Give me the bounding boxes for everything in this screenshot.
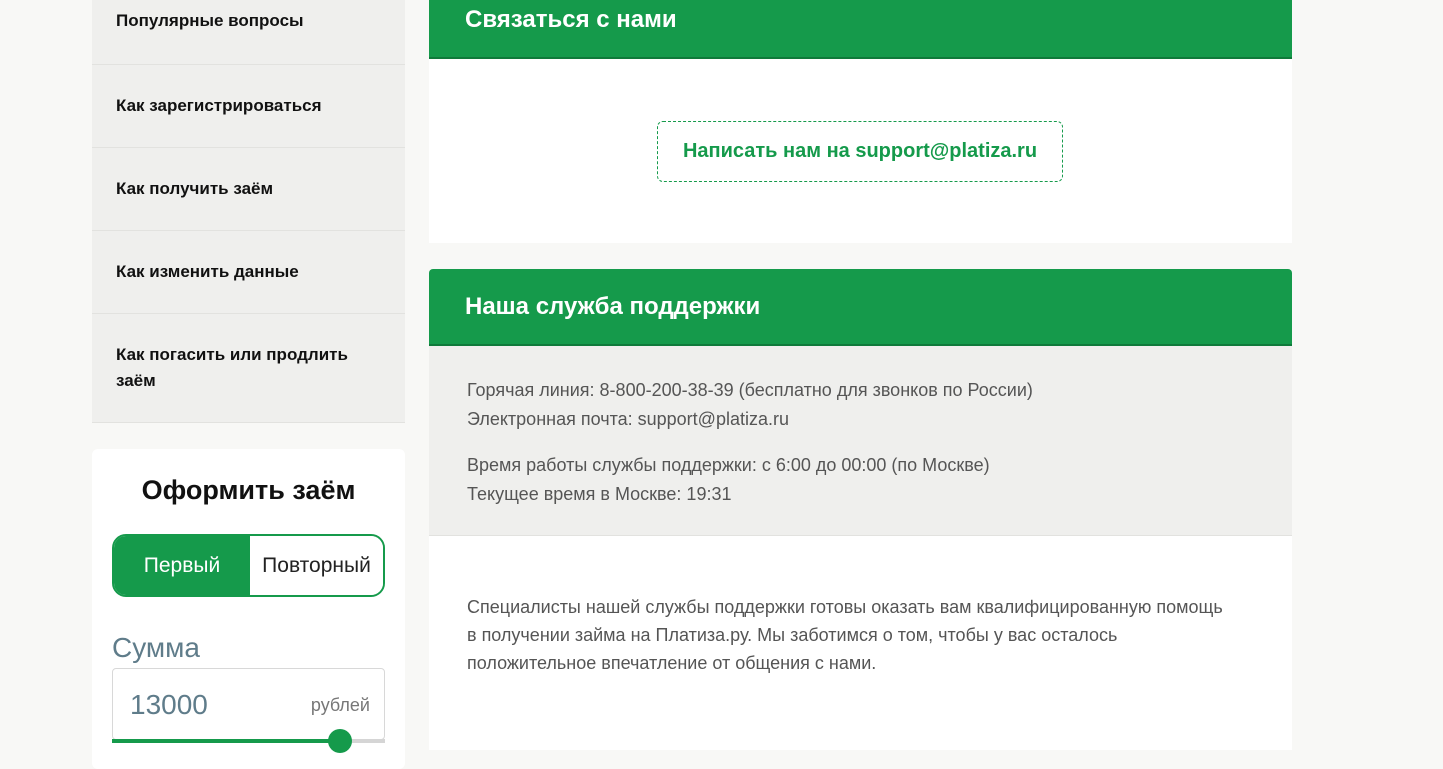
- amount-slider-handle[interactable]: [327, 729, 352, 753]
- working-hours-text: Время работы службы поддержки: с 6:00 до…: [467, 455, 990, 475]
- client-type-toggle: Первый Повторный: [112, 534, 385, 597]
- hotline-text: Горячая линия: 8-800-200-38-39 (бесплатн…: [467, 380, 1033, 400]
- amount-slider-fill: [112, 739, 340, 743]
- amount-label: Сумма: [112, 632, 200, 663]
- write-email-button[interactable]: Написать нам на support@platiza.ru: [657, 121, 1063, 182]
- support-email-text: Электронная почта: support@platiza.ru: [467, 409, 789, 429]
- support-panel-title: Наша служба поддержки: [429, 269, 1292, 346]
- sidebar-item-how-to-change-data[interactable]: Как изменить данные: [92, 231, 405, 314]
- tab-first-loan[interactable]: Первый: [114, 536, 250, 595]
- amount-slider[interactable]: [112, 729, 385, 753]
- amount-unit: рублей: [310, 695, 370, 715]
- contact-panel-title: Связаться с нами: [429, 0, 1292, 59]
- sidebar-item-repay-or-extend[interactable]: Как погасить или продлить заём: [92, 314, 405, 423]
- moscow-time-text: Текущее время в Москве: 19:31: [467, 484, 732, 504]
- support-panel: Наша служба поддержки Горячая линия: 8-8…: [429, 269, 1292, 750]
- support-contact-info: Горячая линия: 8-800-200-38-39 (бесплатн…: [429, 346, 1292, 536]
- contact-panel: Связаться с нами Написать нам на support…: [429, 0, 1292, 243]
- tab-repeat-loan[interactable]: Повторный: [250, 536, 383, 595]
- sidebar-item-how-to-get-loan[interactable]: Как получить заём: [92, 148, 405, 231]
- loan-form-title: Оформить заём: [141, 475, 356, 505]
- amount-value[interactable]: 13000: [130, 689, 208, 721]
- sidebar-item-popular-questions[interactable]: Популярные вопросы: [92, 0, 405, 65]
- sidebar-item-how-to-register[interactable]: Как зарегистрироваться: [92, 65, 405, 148]
- support-description: Специалисты нашей службы поддержки готов…: [467, 597, 1223, 673]
- sidebar-nav: Популярные вопросы Как зарегистрироватьс…: [92, 0, 405, 423]
- loan-form-card: Оформить заём Первый Повторный Сумма 130…: [92, 449, 405, 769]
